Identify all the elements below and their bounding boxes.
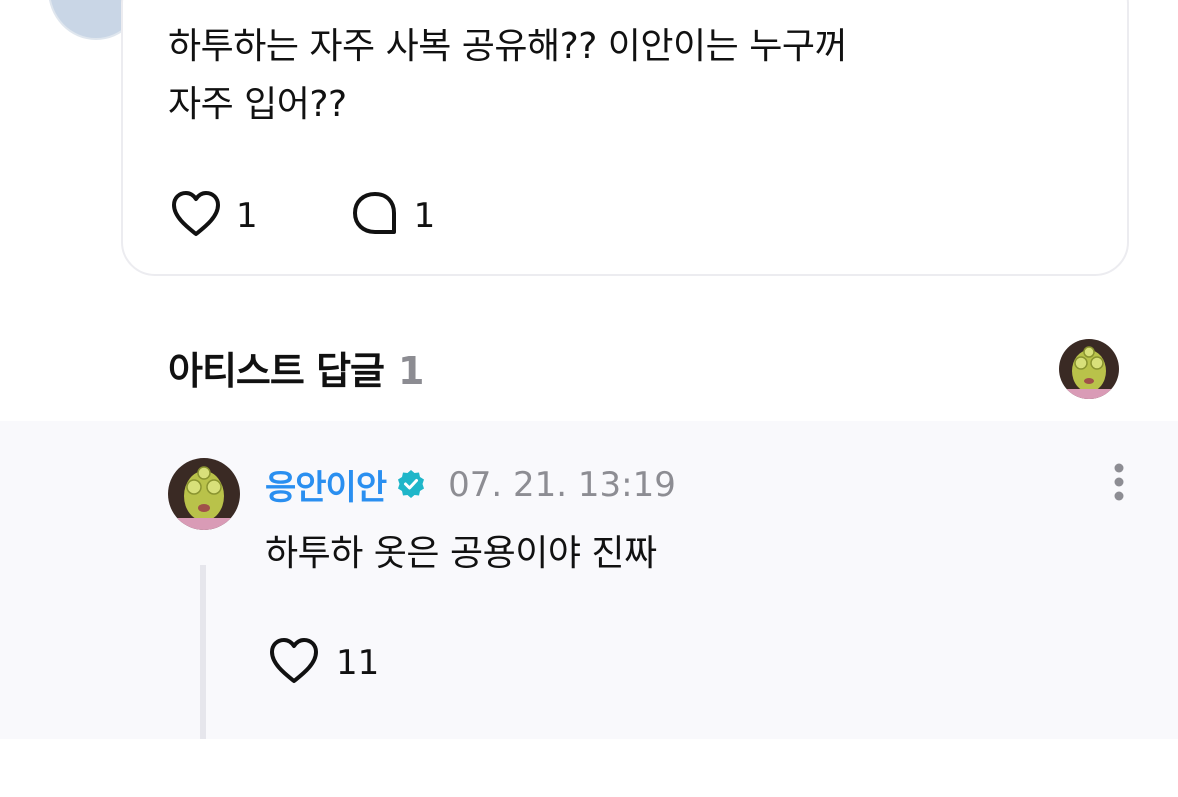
artist-replies-title: 아티스트 답글: [168, 349, 385, 393]
comment-bubble-icon: [350, 190, 400, 242]
reply-author-name[interactable]: 응안이안: [265, 460, 387, 509]
thread-line: [200, 565, 206, 739]
heart-icon: [268, 637, 320, 689]
artist-replies-count: 1: [398, 349, 424, 393]
post-comment-button[interactable]: 1: [350, 190, 436, 242]
artist-replies-header: 아티스트 답글 1: [168, 340, 424, 395]
post-like-count: 1: [236, 196, 258, 236]
post-body: 하투하는 자주 사복 공유해?? 이안이는 누구꺼 자주 입어??: [168, 18, 1028, 134]
post-comment-count: 1: [413, 196, 436, 236]
artist-avatar[interactable]: [1059, 339, 1119, 399]
post-text-line: 자주 입어??: [168, 84, 347, 125]
heart-icon: [170, 190, 222, 242]
reply-header: 응안이안 07. 21. 13:19: [265, 460, 676, 509]
more-vertical-icon[interactable]: [1106, 462, 1132, 508]
reply-author-avatar[interactable]: [168, 458, 240, 530]
post-text-line: 하투하는 자주 사복 공유해?? 이안이는 누구꺼: [168, 26, 848, 67]
post-actions: 1 1: [170, 190, 435, 242]
post-like-button[interactable]: 1: [170, 190, 258, 242]
reply-text: 하투하 옷은 공용이야 진짜: [265, 533, 657, 574]
verified-badge-icon: [396, 469, 426, 503]
reply-like-button[interactable]: 11: [268, 637, 379, 689]
reply-timestamp: 07. 21. 13:19: [448, 464, 676, 505]
reply-like-count: 11: [336, 643, 380, 683]
